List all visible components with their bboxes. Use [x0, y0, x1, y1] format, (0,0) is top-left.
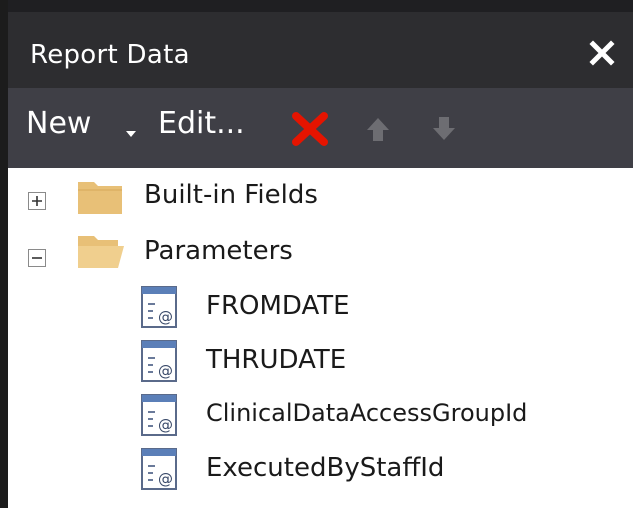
svg-text:@: @	[158, 416, 173, 434]
parameter-icon: @	[140, 446, 180, 492]
parameter-label: ClinicalDataAccessGroupId	[206, 399, 528, 427]
expand-icon[interactable]	[28, 192, 46, 210]
svg-text:@: @	[158, 470, 173, 488]
parameter-icon: @	[140, 338, 180, 384]
report-data-tree: Built-in Fields Parameters @ FROMDATE @ …	[8, 168, 633, 508]
delete-icon[interactable]	[290, 110, 330, 152]
move-up-icon[interactable]	[364, 115, 392, 147]
move-down-icon[interactable]	[430, 115, 458, 147]
open-folder-icon	[76, 230, 126, 274]
svg-text:@: @	[158, 362, 173, 380]
parameter-label: FROMDATE	[206, 291, 350, 321]
collapse-icon[interactable]	[28, 249, 46, 267]
new-button[interactable]: New	[26, 106, 91, 141]
edit-button[interactable]: Edit...	[158, 106, 245, 141]
parameter-icon: @	[140, 392, 180, 438]
tree-node-label: Built-in Fields	[144, 180, 318, 210]
folder-icon	[76, 176, 124, 220]
chevron-down-icon[interactable]	[124, 124, 138, 143]
parameter-label: ExecutedByStaffId	[206, 453, 445, 483]
tree-node-label: Parameters	[144, 236, 293, 266]
close-icon[interactable]	[589, 40, 615, 66]
parameter-icon: @	[140, 284, 180, 330]
parameter-label: THRUDATE	[206, 345, 347, 375]
svg-text:@: @	[158, 308, 173, 326]
panel-title: Report Data	[30, 40, 190, 70]
panel-title-bar: Report Data	[8, 0, 633, 88]
folder-icon	[76, 500, 124, 508]
toolbar: New Edit...	[8, 88, 633, 168]
